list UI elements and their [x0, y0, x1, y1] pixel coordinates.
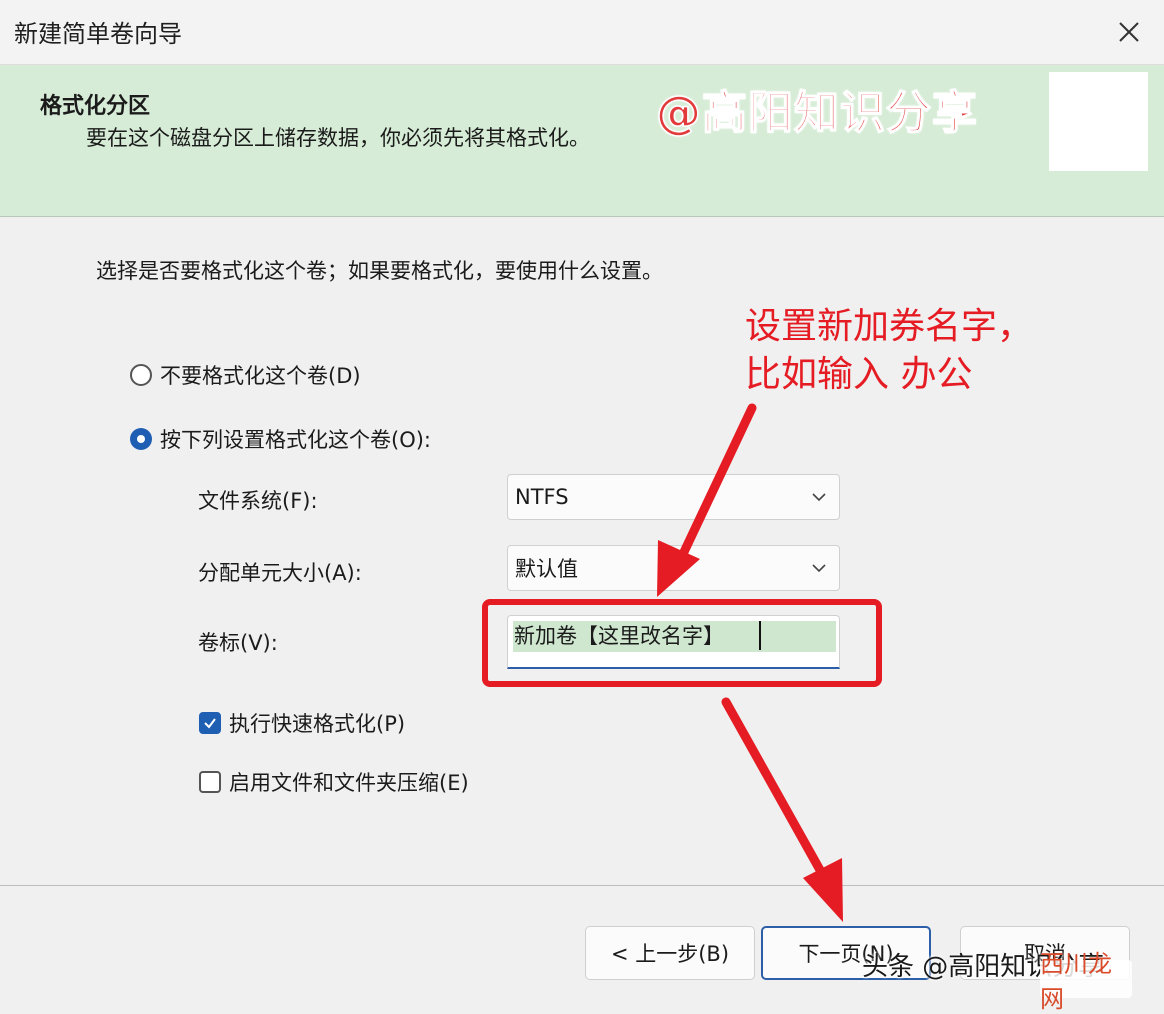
allocation-value: 默认值 — [515, 557, 578, 581]
volume-label-label: 卷标(V): — [198, 631, 278, 655]
allocation-select[interactable]: 默认值 — [507, 545, 840, 591]
allocation-label: 分配单元大小(A): — [198, 561, 362, 585]
close-button[interactable] — [1094, 0, 1164, 64]
annotation-highlight-box — [482, 599, 882, 687]
chevron-down-icon — [812, 493, 826, 502]
filesystem-label: 文件系统(F): — [198, 489, 318, 513]
checkbox-label: 启用文件和文件夹压缩(E) — [229, 771, 469, 795]
radio-label: 按下列设置格式化这个卷(O): — [160, 428, 431, 452]
checkbox-checked[interactable] — [199, 712, 221, 734]
watermark-text: @高阳知识分享 — [655, 85, 979, 140]
checkbox-quick-format[interactable]: 执行快速格式化(P) — [199, 708, 405, 738]
filesystem-value: NTFS — [515, 485, 569, 509]
check-icon — [204, 718, 216, 729]
checkbox-label: 执行快速格式化(P) — [229, 712, 406, 736]
checkbox-compression[interactable]: 启用文件和文件夹压缩(E) — [199, 767, 469, 797]
annotation-line-1: 设置新加券名字， — [745, 306, 1034, 347]
back-button[interactable]: < 上一步(B) — [585, 926, 755, 980]
annotation-line-2: 比如输入 办公 — [745, 354, 973, 395]
filesystem-select[interactable]: NTFS — [507, 474, 840, 520]
checkbox-unchecked[interactable] — [199, 771, 221, 793]
page-title: 格式化分区 — [40, 94, 151, 119]
close-icon — [1119, 22, 1139, 42]
wizard-header: 格式化分区 要在这个磁盘分区上储存数据，你必须先将其格式化。 @高阳知识分享 — [0, 65, 1164, 217]
window-title: 新建简单卷向导 — [14, 20, 182, 48]
title-bar: 新建简单卷向导 — [0, 0, 1164, 65]
wizard-image-placeholder — [1049, 72, 1148, 171]
radio-label: 不要格式化这个卷(D) — [160, 364, 361, 388]
radio-format[interactable]: 按下列设置格式化这个卷(O): — [130, 424, 431, 454]
radio-selected-icon[interactable] — [130, 428, 152, 450]
chevron-down-icon — [812, 564, 826, 573]
radio-icon[interactable] — [130, 364, 152, 386]
instruction-text: 选择是否要格式化这个卷；如果要格式化，要使用什么设置。 — [96, 259, 663, 283]
radio-no-format[interactable]: 不要格式化这个卷(D) — [130, 360, 361, 390]
annotation-text: 设置新加券名字， 比如输入 办公 — [745, 303, 1033, 399]
page-subtitle: 要在这个磁盘分区上储存数据，你必须先将其格式化。 — [86, 126, 590, 150]
site-logo: 西川龙网 — [1040, 950, 1132, 1013]
